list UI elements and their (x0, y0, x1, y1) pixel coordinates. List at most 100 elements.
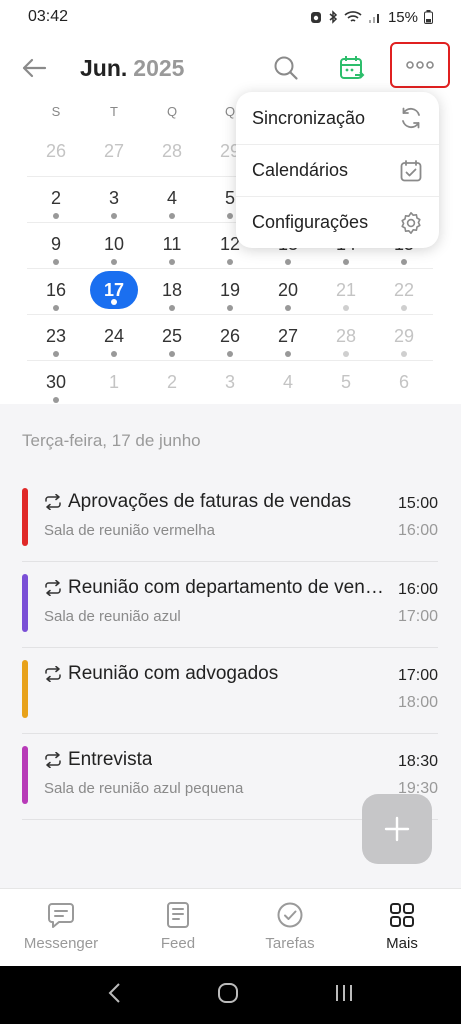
day-cell[interactable]: 26 (201, 315, 259, 360)
day-cell[interactable]: 4 (259, 361, 317, 406)
day-cell[interactable]: 6 (375, 361, 433, 406)
week-row: 30 1 2 3 4 5 6 (27, 360, 433, 406)
day-cell[interactable]: 2 (27, 177, 85, 222)
day-cell[interactable]: 19 (201, 269, 259, 314)
event-end-time: 17:00 (397, 608, 438, 625)
event-indicator-dot (111, 259, 117, 265)
event-item[interactable]: Reunião com advogados 17:00 18:00 (22, 648, 438, 734)
nav-label: Feed (160, 935, 196, 952)
day-cell[interactable]: 21 (317, 269, 375, 314)
event-color-bar (22, 488, 28, 546)
day-number: 26 (219, 326, 241, 346)
event-indicator-dot (53, 305, 59, 311)
weekday-label: S (51, 104, 61, 119)
event-indicator-dot (111, 213, 117, 219)
signal-icon (368, 14, 379, 23)
chat-icon (48, 903, 74, 928)
system-back-button[interactable] (107, 982, 123, 1009)
day-cell[interactable]: 1 (85, 361, 143, 406)
day-cell[interactable]: 18 (143, 269, 201, 314)
day-cell[interactable]: 9 (27, 223, 85, 268)
event-indicator-dot (285, 305, 291, 311)
event-end-time: 18:00 (397, 694, 438, 711)
search-button[interactable] (270, 52, 302, 84)
day-number: 4 (282, 372, 293, 392)
menu-item-calendars[interactable]: Calendários (236, 144, 439, 196)
event-color-bar (22, 660, 28, 718)
calendar-header: Jun. 2025 (0, 40, 461, 98)
event-title-row: Reunião com advogados (44, 663, 384, 685)
week-row: 23 24 25 26 27 28 29 (27, 314, 433, 360)
day-cell[interactable]: 27 (85, 130, 143, 176)
day-cell[interactable]: 3 (85, 177, 143, 222)
day-number: 11 (162, 234, 182, 254)
event-indicator-dot (227, 259, 233, 265)
day-cell[interactable]: 29 (375, 315, 433, 360)
day-number: 22 (393, 280, 415, 300)
day-cell[interactable]: 24 (85, 315, 143, 360)
day-number: 3 (224, 372, 235, 392)
nav-messenger[interactable]: Messenger (0, 889, 122, 966)
calendar-check-icon (400, 159, 422, 181)
add-event-button[interactable] (362, 794, 432, 864)
options-menu: Sincronização Calendários Configurações (236, 92, 439, 248)
nav-feed[interactable]: Feed (122, 889, 234, 966)
menu-item-sync[interactable]: Sincronização (236, 92, 439, 144)
day-cell[interactable]: 2 (143, 361, 201, 406)
event-item[interactable]: Reunião com departamento de vendas Sala d… (22, 562, 438, 648)
day-number: 17 (103, 280, 125, 300)
nav-more[interactable]: Mais (346, 889, 458, 966)
menu-item-label: Configurações (252, 212, 369, 232)
day-cell[interactable]: 28 (143, 130, 201, 176)
day-cell[interactable]: 23 (27, 315, 85, 360)
repeat-icon (45, 494, 61, 510)
day-cell[interactable]: 5 (317, 361, 375, 406)
event-title: Reunião com departamento de vendas (68, 577, 384, 598)
day-cell[interactable]: 28 (317, 315, 375, 360)
month-year-selector[interactable]: Jun. 2025 (80, 55, 184, 82)
repeat-icon (45, 666, 61, 682)
day-cell[interactable]: 27 (259, 315, 317, 360)
event-indicator-dot (227, 213, 233, 219)
calendar-sync-button[interactable] (336, 52, 368, 84)
day-cell-today[interactable]: 17 (85, 269, 143, 314)
day-number: 2 (166, 372, 177, 392)
day-number: 27 (277, 326, 299, 346)
chevron-left-icon (108, 982, 120, 1003)
system-recents-button[interactable] (334, 983, 354, 1008)
selected-date-label: Terça-feira, 17 de junho (22, 431, 201, 450)
battery-icon (424, 10, 433, 24)
nav-label: Mais (386, 935, 418, 952)
event-indicator-dot (169, 213, 175, 219)
day-number: 21 (335, 280, 357, 300)
back-button[interactable] (18, 52, 50, 84)
more-options-button[interactable] (390, 42, 450, 88)
nav-tasks[interactable]: Tarefas (234, 889, 346, 966)
event-title-row: Aprovações de faturas de vendas (44, 491, 384, 513)
event-color-bar (22, 746, 28, 804)
day-cell[interactable]: 20 (259, 269, 317, 314)
status-time: 03:42 (28, 8, 69, 25)
day-cell[interactable]: 11 (143, 223, 201, 268)
week-row: 16 17 18 19 20 21 22 (27, 268, 433, 314)
nav-label: Messenger (23, 935, 99, 952)
day-cell[interactable]: 4 (143, 177, 201, 222)
day-number: 23 (45, 326, 67, 346)
day-cell[interactable]: 30 (27, 361, 85, 406)
event-item[interactable]: Aprovações de faturas de vendas Sala de r… (22, 476, 438, 562)
day-number: 4 (166, 188, 177, 208)
event-indicator-dot (53, 397, 59, 403)
day-number: 25 (161, 326, 183, 346)
menu-item-settings[interactable]: Configurações (236, 196, 439, 248)
system-home-button[interactable] (217, 982, 239, 1009)
recents-icon (335, 984, 352, 1001)
plus-icon (384, 816, 410, 842)
day-number: 10 (103, 234, 125, 254)
day-cell[interactable]: 3 (201, 361, 259, 406)
day-cell[interactable]: 10 (85, 223, 143, 268)
day-cell[interactable]: 26 (27, 130, 85, 176)
event-start-time: 18:30 (397, 753, 438, 770)
day-cell[interactable]: 16 (27, 269, 85, 314)
day-cell[interactable]: 25 (143, 315, 201, 360)
day-cell[interactable]: 22 (375, 269, 433, 314)
